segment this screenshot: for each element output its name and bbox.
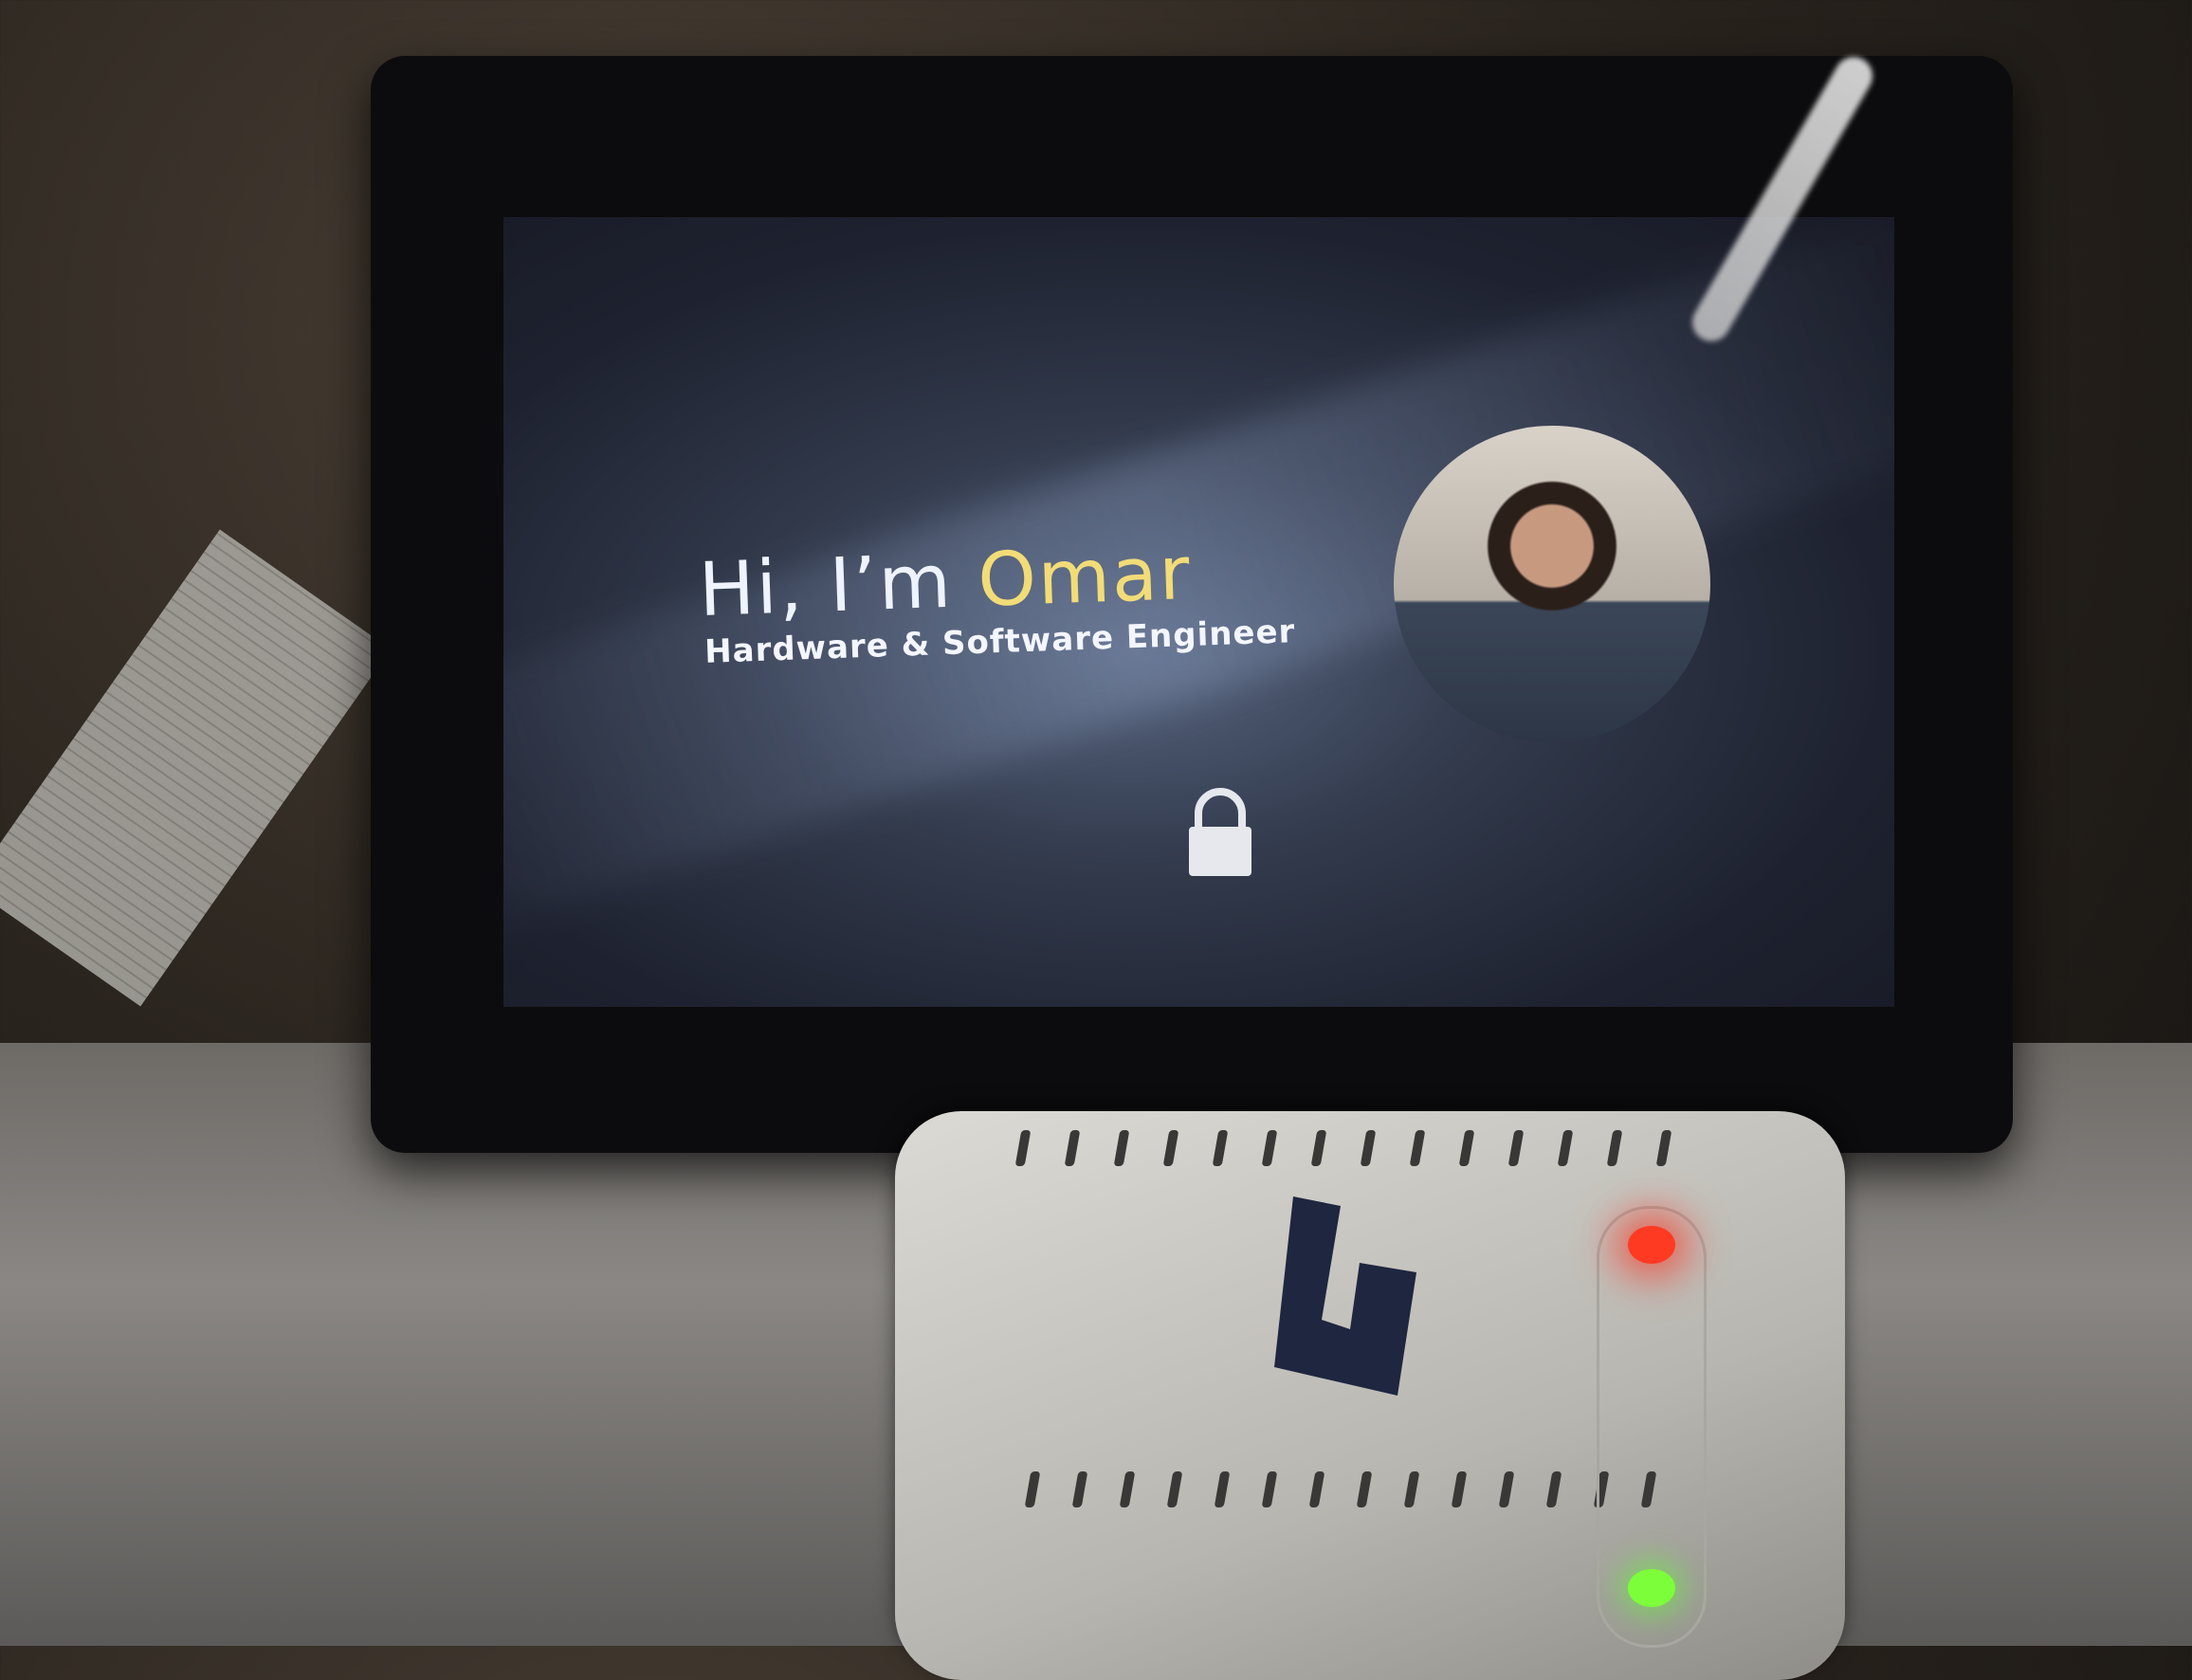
vent-slot [1655, 1130, 1672, 1166]
vent-slot [1113, 1130, 1130, 1166]
vent-slot [1356, 1471, 1373, 1507]
vent-slot [1212, 1130, 1229, 1166]
vent-slot [1064, 1130, 1081, 1166]
debugger-device [895, 1111, 1845, 1680]
vent-slot [1162, 1130, 1179, 1166]
vent-slot [1360, 1130, 1377, 1166]
red-led-indicator [1628, 1226, 1675, 1264]
ribbon-cable [0, 529, 392, 1007]
vent-slot [1409, 1130, 1426, 1166]
vent-slot [1261, 1471, 1278, 1507]
vent-slot [1119, 1471, 1136, 1507]
vent-slot [1507, 1130, 1525, 1166]
vent-slot [1014, 1130, 1032, 1166]
vent-slot [1310, 1130, 1327, 1166]
lock-screen: Hi, I’m Omar Hardware & Software Enginee… [503, 217, 1894, 1007]
vent-slot [1498, 1471, 1515, 1507]
greeting-prefix: Hi, I’m [697, 538, 980, 634]
led-panel [1597, 1206, 1707, 1648]
vent-slot [1308, 1471, 1325, 1507]
vent-slot [1024, 1471, 1041, 1507]
greeting-name: Omar [976, 530, 1194, 624]
green-led-indicator [1628, 1569, 1675, 1607]
vent-slot [1606, 1130, 1623, 1166]
lock-icon[interactable] [1185, 787, 1255, 878]
vent-slot [1451, 1471, 1468, 1507]
vent-slot [1403, 1471, 1420, 1507]
profile-photo [1394, 426, 1710, 742]
brand-logo-icon [1274, 1196, 1416, 1396]
vent-slot [1166, 1471, 1183, 1507]
vent-slot [1545, 1471, 1562, 1507]
vent-slot [1261, 1130, 1278, 1166]
vent-slot [1458, 1130, 1475, 1166]
vent-slot [1214, 1471, 1231, 1507]
vent-slot [1071, 1471, 1088, 1507]
vent-slot [1557, 1130, 1574, 1166]
